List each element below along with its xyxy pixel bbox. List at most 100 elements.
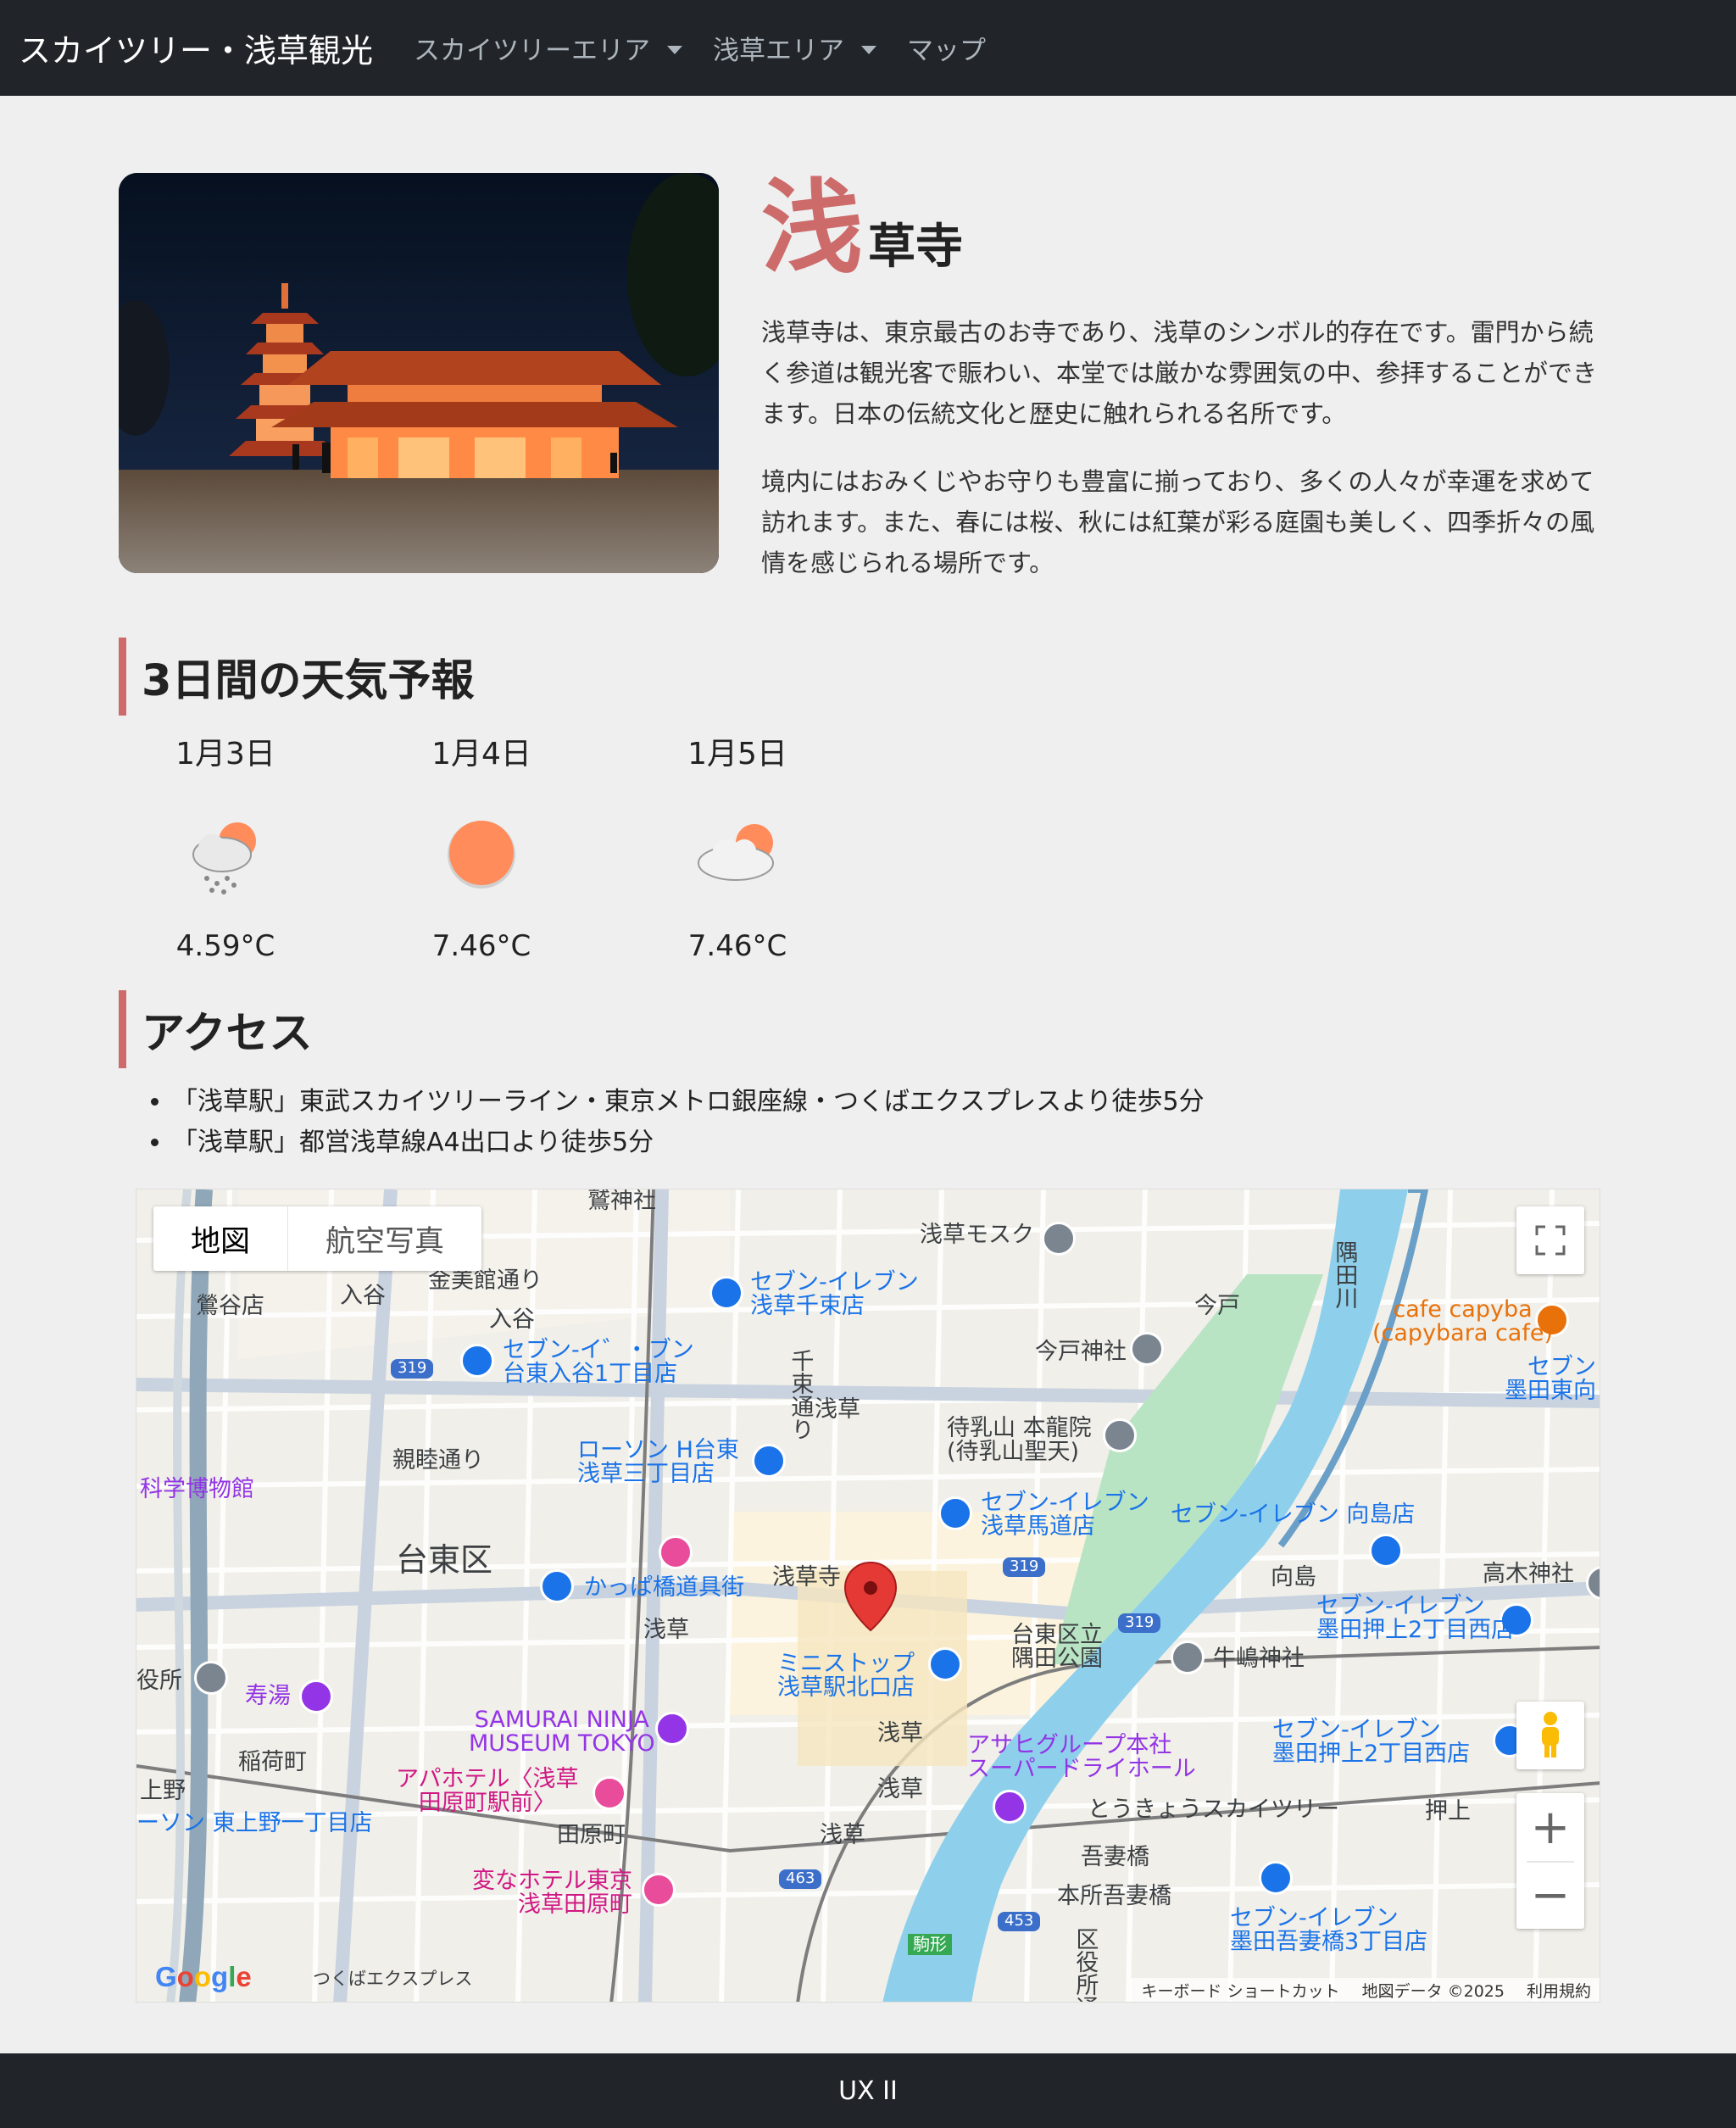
map-label-poi[interactable]: セブン-イレブン 墨田押上2丁目西店: [1272, 1718, 1470, 1767]
map-label-area: 上野: [140, 1778, 186, 1804]
map-label-poi[interactable]: アパホテル〈浅草 田原町駅前〉: [396, 1767, 578, 1816]
map-label-station[interactable]: 駒形: [908, 1934, 952, 1955]
map-label-poi[interactable]: 牛嶋神社: [1213, 1646, 1305, 1671]
zoom-out-button[interactable]: −: [1516, 1861, 1584, 1929]
store-icon[interactable]: [928, 1647, 962, 1681]
title-rest: 草寺: [868, 220, 963, 275]
map-label-poi[interactable]: cafe capyba (capybara cafe): [1372, 1297, 1553, 1346]
map-label-station[interactable]: 浅草: [877, 1721, 923, 1746]
map-label-poi[interactable]: 今戸神社: [1035, 1340, 1127, 1364]
nav-item-skytree-area[interactable]: スカイツリーエリア: [414, 29, 683, 67]
store-icon[interactable]: [460, 1344, 494, 1378]
map-label-station[interactable]: 押上: [1425, 1799, 1471, 1824]
map-label-station[interactable]: 浅草: [820, 1823, 865, 1847]
terms-link[interactable]: 利用規約: [1527, 1979, 1591, 2002]
map-label-poi[interactable]: セブン-イレブン 向島店: [1171, 1502, 1415, 1527]
weather-heading: 3日間の天気予報: [119, 638, 475, 716]
map-label-poi[interactable]: 浅草モスク: [920, 1223, 1034, 1247]
map-label-poi[interactable]: アサヒグループ本社 スーパードライホール: [967, 1733, 1196, 1782]
fullscreen-icon: [1535, 1225, 1566, 1256]
map-type-control: 地図 航空写真: [153, 1206, 482, 1271]
map-label-poi[interactable]: 高木神社: [1483, 1562, 1574, 1586]
forecast-day: 1月3日 4.59°C: [124, 729, 327, 963]
intro-paragraph: 浅草寺は、東京最古のお寺であり、浅草のシンボル的存在です。雷門から続く参道は観光…: [761, 318, 1598, 428]
mosque-icon[interactable]: [1042, 1222, 1076, 1256]
map-label-poi[interactable]: 役所: [136, 1668, 182, 1693]
map-label-station[interactable]: 本所吾妻橋: [1057, 1884, 1171, 1908]
title-accent-char: 浅: [761, 170, 863, 287]
landmark-icon[interactable]: [194, 1661, 228, 1695]
keyboard-shortcuts-link[interactable]: キーボード ショートカット: [1142, 1979, 1340, 2002]
map-label-poi[interactable]: ーソン 東上野一丁目店: [136, 1811, 373, 1836]
map-label-area: 入谷: [340, 1283, 386, 1309]
map-label-district: 台東区: [396, 1541, 493, 1579]
shrine-icon[interactable]: [1171, 1641, 1205, 1674]
road-number: 319: [391, 1359, 434, 1379]
map-label-poi[interactable]: セブン-イレブン 浅草馬道店: [981, 1490, 1149, 1540]
road-number: 319: [1003, 1557, 1046, 1577]
access-heading: アクセス: [119, 990, 312, 1068]
map-label-poi[interactable]: 鷲神社: [587, 1189, 656, 1213]
attraction-icon[interactable]: [993, 1790, 1027, 1824]
map-label-station[interactable]: 田原町: [557, 1823, 626, 1847]
store-icon[interactable]: [709, 1276, 743, 1310]
map-label-station[interactable]: 浅草: [877, 1777, 923, 1802]
map-type-map-button[interactable]: 地図: [153, 1206, 289, 1271]
intro-paragraph: 境内にはおみくじやお守りも豊富に揃っており、多くの人々が幸運を求めて訪れます。ま…: [761, 467, 1595, 577]
map-label-poi[interactable]: セブン 墨田東向: [1505, 1355, 1596, 1404]
map-label-poi[interactable]: セブン-イレブン 墨田吾妻橋3丁目店: [1230, 1906, 1427, 1955]
attraction-icon[interactable]: [299, 1680, 333, 1713]
map-label-poi[interactable]: セブン-イ゛・ブン 台東入谷1丁目店: [503, 1338, 694, 1387]
forecast-date: 1月3日: [175, 737, 275, 772]
google-logo[interactable]: Google: [155, 1961, 252, 1993]
map-label-poi[interactable]: 変なホテル東京 浅草田原町: [472, 1869, 632, 1918]
map-attribution: キーボード ショートカット 地図データ ©2025 利用規約: [1129, 1978, 1600, 2002]
forecast-temp: 4.59°C: [175, 929, 275, 963]
map-label-station[interactable]: 浅草: [643, 1618, 689, 1642]
nav-item-asakusa-area[interactable]: 浅草エリア: [713, 29, 877, 67]
google-map[interactable]: 台東区 浅草寺 隅田川 浅草モスク セブン-イレブン 浅草千束店 セブン-イ゛・…: [136, 1189, 1600, 2003]
list-item: 「浅草駅」東武スカイツリーライン・東京メトロ銀座線・つくばエクスプレスより徒歩5…: [172, 1082, 1205, 1122]
map-label-station[interactable]: 稲荷町: [238, 1750, 307, 1774]
store-icon[interactable]: [1369, 1534, 1403, 1568]
store-icon[interactable]: [752, 1444, 786, 1478]
map-label-area: 向島: [1271, 1564, 1316, 1590]
map-label-poi[interactable]: ミニストップ 浅草駅北口店: [777, 1652, 915, 1701]
map-label-poi[interactable]: SAMURAI NINJA MUSEUM TOKYO: [469, 1707, 655, 1757]
temple-icon[interactable]: [1103, 1418, 1137, 1452]
map-type-satellite-button[interactable]: 航空写真: [288, 1206, 481, 1271]
map-label-poi[interactable]: 待乳山 本龍院 (待乳山聖天): [947, 1416, 1092, 1465]
nav-item-map[interactable]: マップ: [907, 29, 986, 67]
map-label-park[interactable]: 台東区立 隅田公園: [1011, 1623, 1103, 1672]
chevron-down-icon: [861, 45, 877, 54]
hotel-icon[interactable]: [593, 1776, 626, 1810]
map-label-road: 千束通り: [787, 1349, 814, 1440]
museum-icon[interactable]: [655, 1712, 689, 1746]
map-label-poi[interactable]: セブン-イレブン 墨田押上2丁目西店: [1316, 1594, 1514, 1643]
fullscreen-button[interactable]: [1516, 1206, 1584, 1274]
map-label-poi[interactable]: ローソン H台東 浅草三丁目店: [577, 1438, 739, 1487]
map-label-area: 今戸: [1194, 1293, 1240, 1319]
footer: UX II: [0, 2053, 1736, 2128]
map-label-poi[interactable]: セブン-イレブン 浅草千束店: [750, 1270, 919, 1319]
zoom-control: + −: [1516, 1793, 1584, 1929]
map-label-poi[interactable]: 寿湯: [245, 1684, 291, 1708]
forecast-temp: 7.46°C: [687, 929, 787, 963]
store-icon[interactable]: [540, 1569, 574, 1603]
store-icon[interactable]: [938, 1496, 972, 1530]
hotel-icon[interactable]: [659, 1535, 693, 1569]
map-label-river: 隅田川: [1331, 1240, 1358, 1309]
forecast-date: 1月5日: [687, 737, 787, 772]
nav-item-label: スカイツリーエリア: [414, 36, 651, 66]
map-label-poi[interactable]: 鶯谷店: [196, 1294, 264, 1318]
map-label-poi[interactable]: かっぱ橋道具街: [584, 1575, 744, 1600]
map-label-station[interactable]: とうきょうスカイツリー: [1088, 1797, 1339, 1822]
zoom-in-button[interactable]: +: [1516, 1793, 1584, 1861]
map-label-sensoji[interactable]: 浅草寺: [772, 1565, 841, 1590]
store-icon[interactable]: [1259, 1861, 1293, 1895]
map-label-poi[interactable]: 科学博物館: [140, 1477, 254, 1501]
street-view-button[interactable]: [1516, 1702, 1584, 1769]
hotel-icon[interactable]: [642, 1873, 676, 1907]
brand-link[interactable]: スカイツリー・浅草観光: [19, 25, 373, 71]
shrine-icon[interactable]: [1130, 1332, 1164, 1366]
